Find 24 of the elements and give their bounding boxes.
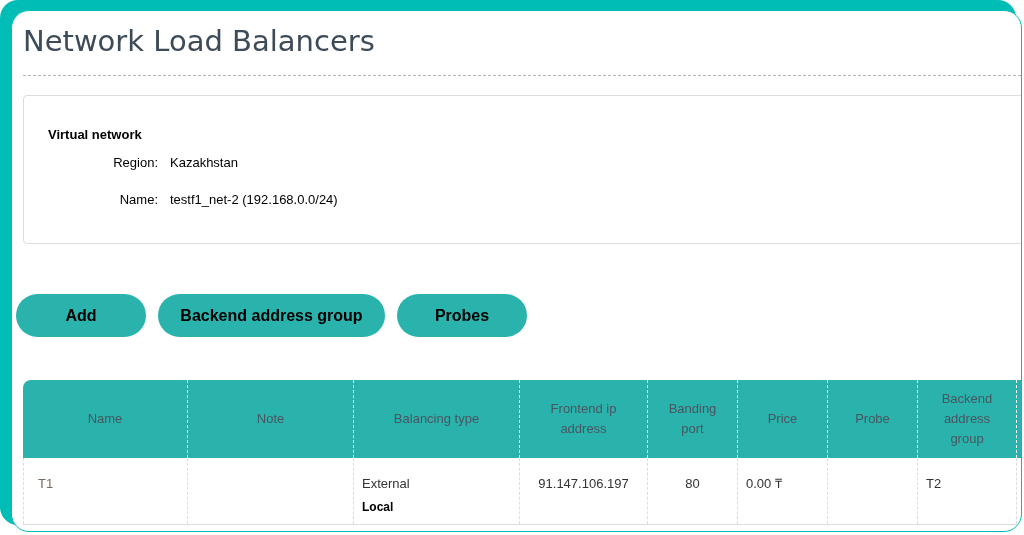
action-button[interactable]: Probes xyxy=(397,294,527,337)
table-cell: 91.147.106.197 xyxy=(538,476,629,491)
column-header: Balancing type xyxy=(393,410,480,428)
field-label: Name: xyxy=(118,191,158,210)
column-header: Note xyxy=(256,410,285,428)
page-title: Network Load Balancers xyxy=(22,23,376,60)
column-header: Backend address group xyxy=(940,390,994,448)
table-cell: T1 xyxy=(38,476,54,491)
table-cell: T2 xyxy=(926,476,942,491)
section-heading: Virtual network xyxy=(48,126,143,144)
table-cell: 0.00 ₸ xyxy=(746,476,782,491)
table-cell: 80 xyxy=(685,476,700,491)
column-header: Name xyxy=(87,410,123,428)
field-label: Region: xyxy=(112,154,158,173)
action-button[interactable]: Add xyxy=(16,294,146,337)
table-cell-text: External xyxy=(362,475,411,493)
column-header: Price xyxy=(767,410,798,428)
column-header: Frontend ip address xyxy=(549,400,618,438)
action-button[interactable]: Backend address group xyxy=(158,294,385,337)
field-value: testf1_net-2 (192.168.0.0/24) xyxy=(170,191,338,210)
table-cell-text: Local xyxy=(362,499,395,516)
column-header: Probe xyxy=(855,410,890,428)
column-header: Banding port xyxy=(667,400,718,438)
field-value: Kazakhstan xyxy=(170,154,238,173)
